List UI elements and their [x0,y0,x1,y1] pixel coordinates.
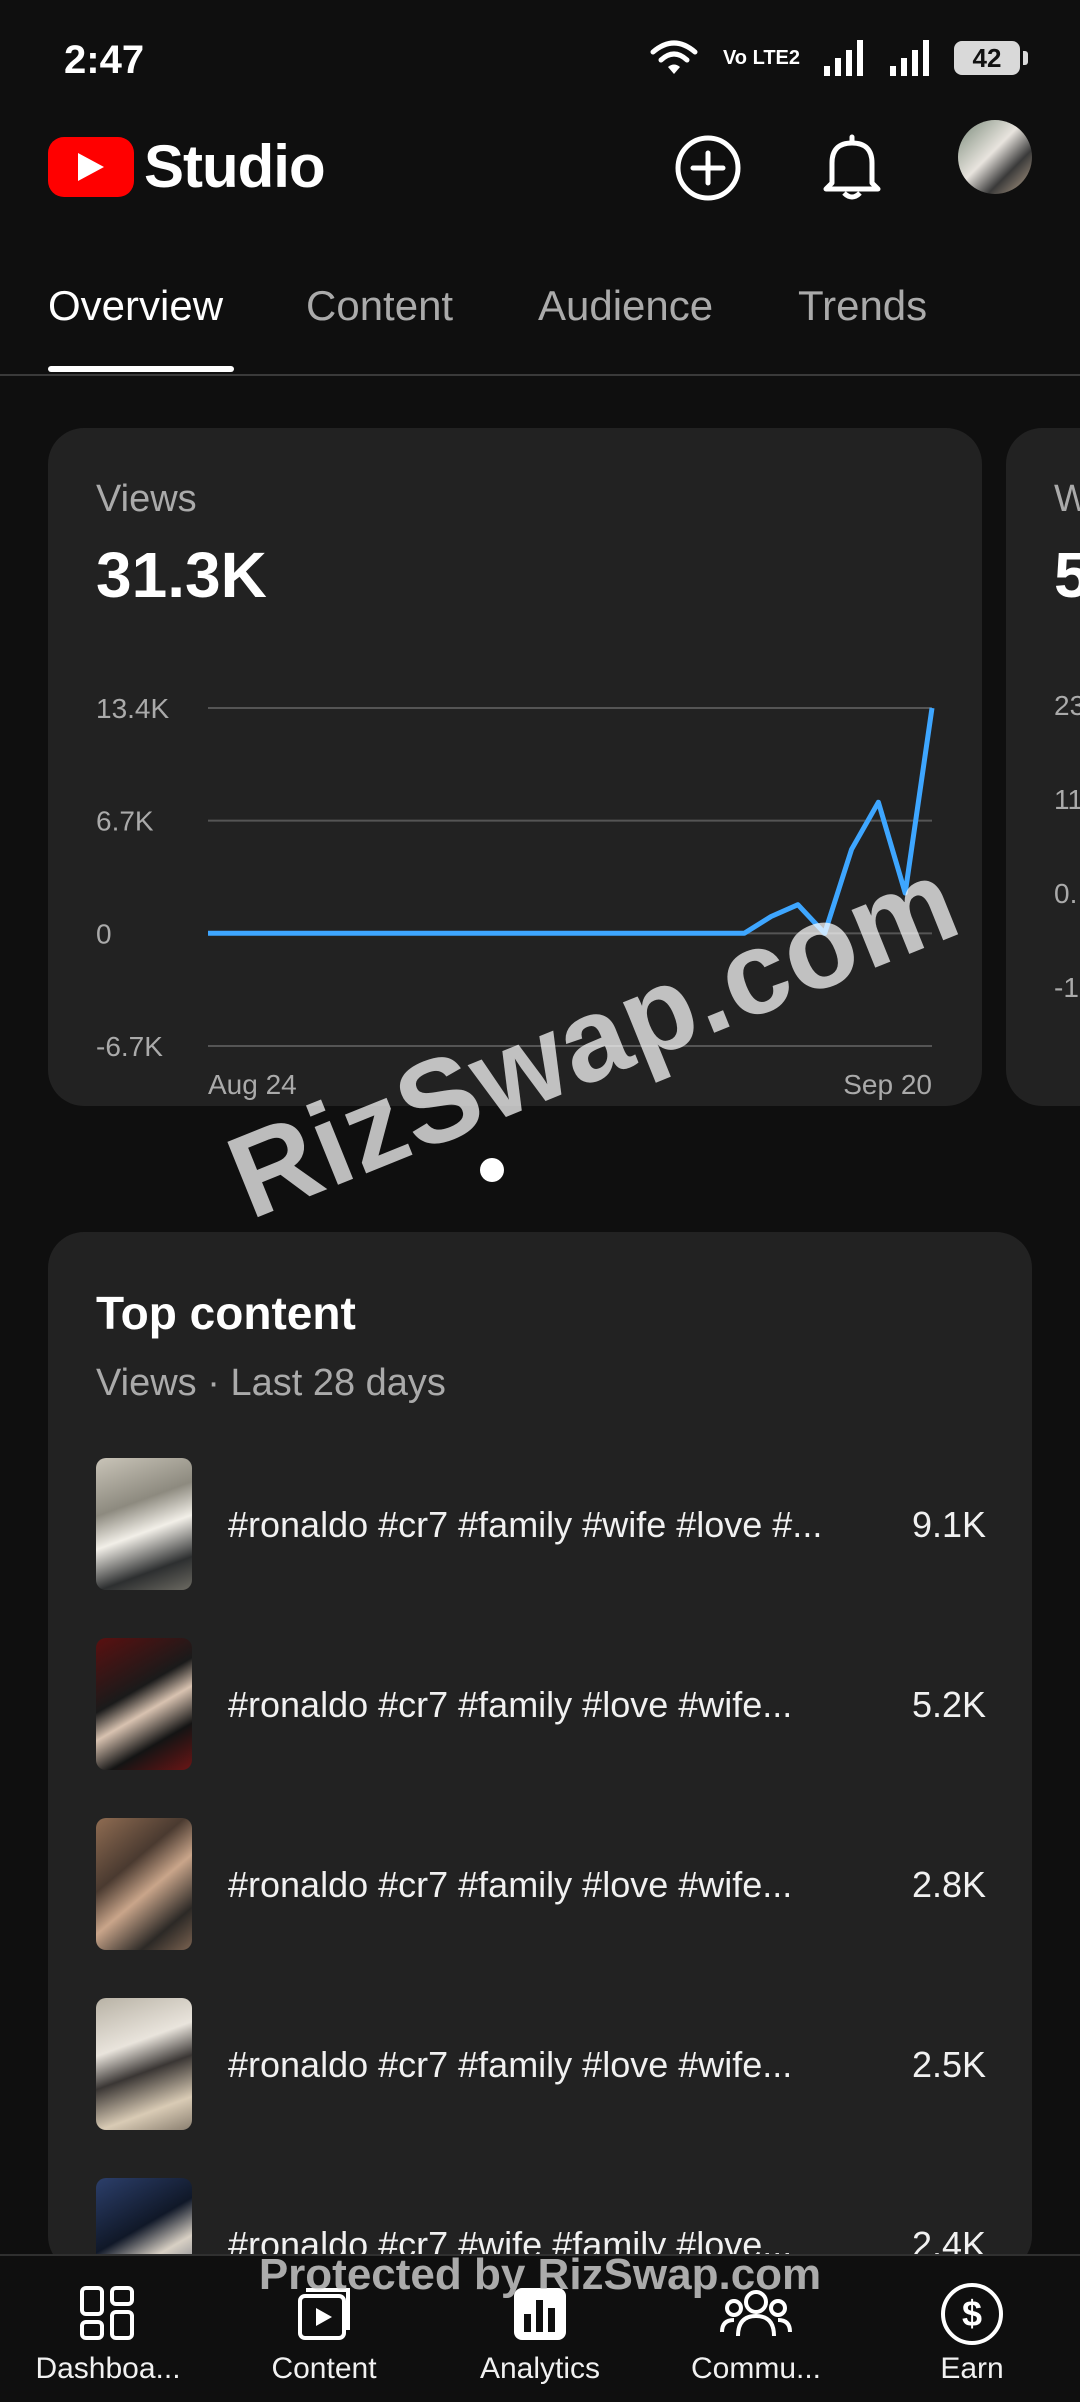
battery-icon: 42 [954,41,1028,75]
top-content-subtitle: Views · Last 28 days [96,1362,446,1404]
top-content-card: Top content Views · Last 28 days #ronald… [48,1232,1032,2310]
top-content-title: Top content [96,1287,356,1339]
avatar[interactable] [958,120,1032,194]
signal-icon-1 [824,40,863,76]
views-chart: 13.4K 6.7K 0 -6.7K Aug 24 Sep 20 [96,693,935,1100]
video-thumbnail [96,1998,192,2130]
app-title: Studio [144,133,326,200]
peek-card-value: 5 [1054,539,1080,611]
volte-indicator: Vo LTE2 [722,47,800,69]
tab-audience[interactable]: Audience [538,282,713,330]
tab-overview[interactable]: Overview [48,282,223,330]
nav-earn[interactable]: $ Earn [864,2256,1080,2402]
nav-dashboard[interactable]: Dashboa... [0,2256,216,2402]
signal-icon-2 [890,40,929,76]
watch-time-card-peek[interactable]: W 5 23 11. 0. -1 [1006,428,1080,1106]
y-tick-label: 0 [96,918,112,949]
y-tick-label: 6.7K [96,806,154,837]
status-time: 2:47 [64,38,145,82]
nav-label: Commu... [690,2352,822,2385]
tab-content[interactable]: Content [306,282,453,330]
nav-content[interactable]: Content [216,2256,432,2402]
list-item[interactable]: #ronaldo #cr7 #family #love #wife... 5.2… [96,1638,986,1772]
video-views: 9.1K [911,1504,986,1545]
community-icon [720,2278,792,2350]
peek-tick-label: -1 [1054,972,1079,1003]
video-views: 2.8K [911,1864,986,1905]
svg-text:$: $ [962,2293,982,2334]
video-thumbnail [96,1638,192,1770]
notifications-button[interactable] [812,128,892,208]
app-header: Studio [0,120,1080,220]
list-item[interactable]: #ronaldo #cr7 #family #love #wife... 2.5… [96,1998,986,2132]
active-tab-indicator [48,366,234,372]
video-title: #ronaldo #cr7 #family #love #wife... [228,1684,793,1725]
nav-label: Analytics [479,2352,601,2385]
nav-analytics[interactable]: Analytics [432,2256,648,2402]
y-tick-label: -6.7K [96,1031,163,1062]
peek-card-label: W [1054,478,1080,520]
list-item[interactable]: #ronaldo #cr7 #family #love #wife... 2.8… [96,1818,986,1952]
nav-label: Dashboa... [35,2352,181,2385]
nav-community[interactable]: Commu... [648,2256,864,2402]
carousel-page-indicator [480,1158,504,1182]
peek-tick-label: 23 [1054,690,1080,721]
bottom-navigation: Dashboa... Content Analytics Commu... $ … [0,2254,1080,2402]
x-tick-label: Sep 20 [843,1069,932,1100]
video-title: #ronaldo #cr7 #family #love #wife... [228,1864,793,1905]
status-bar: 2:47 Vo LTE2 42 [0,0,1080,120]
content-icon [288,2278,360,2350]
y-tick-label: 13.4K [96,693,169,724]
earn-icon: $ [936,2278,1008,2350]
studio-logo[interactable]: Studio [48,132,326,201]
status-icons: Vo LTE2 42 [647,38,1028,78]
bell-icon [823,134,881,200]
tab-trends[interactable]: Trends [798,282,927,330]
video-title: #ronaldo #cr7 #family #wife #love #... [228,1504,823,1545]
wifi-icon [650,40,698,74]
video-thumbnail [96,1818,192,1950]
video-views: 2.5K [911,2044,986,2085]
nav-label: Content [271,2352,377,2385]
tab-bar: Overview Content Audience Trends [0,262,1080,376]
video-thumbnail [96,1458,192,1590]
video-views: 5.2K [911,1684,986,1725]
youtube-play-icon [48,136,134,197]
list-item[interactable]: #ronaldo #cr7 #family #wife #love #... 9… [96,1458,986,1592]
peek-tick-label: 11. [1054,784,1080,815]
nav-label: Earn [940,2352,1004,2385]
add-circle-icon [675,135,741,201]
views-card[interactable]: Views 31.3K 13.4K 6.7K 0 -6.7K Aug 24 Sep 20 [48,428,982,1106]
analytics-icon [504,2278,576,2350]
dashboard-icon [72,2278,144,2350]
x-tick-label: Aug 24 [208,1069,297,1100]
peek-tick-label: 0. [1054,878,1078,909]
create-button[interactable] [668,128,748,208]
video-title: #ronaldo #cr7 #family #love #wife... [228,2044,793,2085]
